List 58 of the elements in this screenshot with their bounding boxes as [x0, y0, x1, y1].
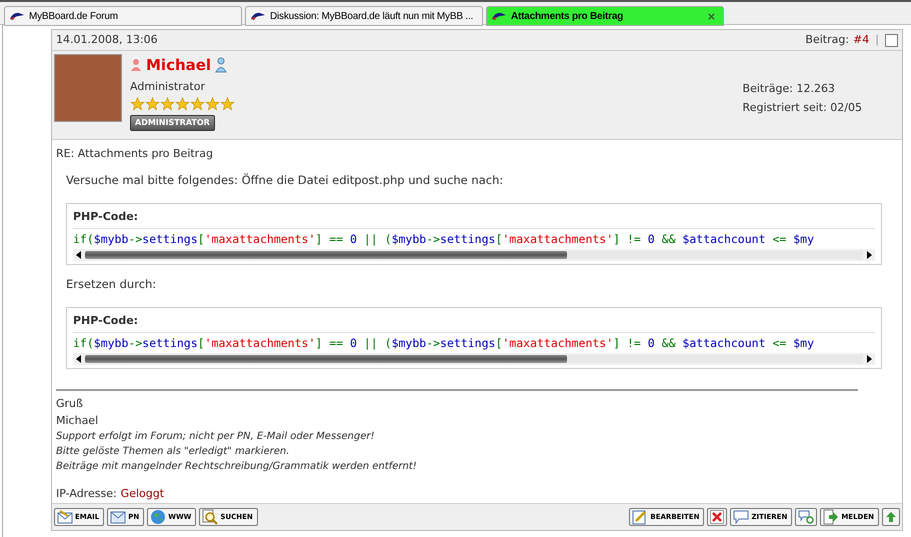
bubble-plus-icon [798, 510, 814, 524]
signature-note: Beiträge mit mangelnder Rechtschreibung/Grammatik werden entfernt! [56, 460, 418, 474]
pencil-page-icon [632, 509, 648, 525]
speech-bubble-icon [733, 510, 750, 524]
arrow-page-icon [823, 509, 840, 525]
browser-tab[interactable]: Attachments pro Beitrag × [486, 6, 724, 26]
avatar-placeholder [54, 54, 122, 122]
arrow-up-icon [885, 511, 897, 523]
post-text: Ersetzen durch: [66, 276, 158, 292]
code-title: PHP-Code: [73, 312, 875, 334]
star-icon [145, 97, 160, 111]
post-number-link[interactable]: #4 [853, 32, 870, 48]
ip-value: Geloggt [120, 486, 164, 502]
star-icon [190, 97, 205, 111]
post-text: Versuche mal bitte folgendes: Öffne die Datei editpost.php und suche nach: [66, 172, 504, 188]
horizontal-scrollbar[interactable] [73, 352, 875, 364]
close-icon [710, 510, 724, 524]
ip-label: IP-Adresse: [56, 486, 117, 502]
logo-icon [9, 11, 25, 21]
post-subject: RE: Attachments pro Beitrag [56, 146, 214, 162]
star-icon [160, 97, 175, 111]
post-date: 14.01.2008, 13:06 [56, 32, 158, 48]
separator: | [874, 32, 880, 48]
close-tab-button[interactable]: × [708, 10, 719, 22]
code-title: PHP-Code: [73, 208, 875, 230]
icon-button[interactable] [882, 508, 900, 526]
browser-tab[interactable]: MyBBoard.de Forum [4, 6, 242, 26]
author-stat: Registriert seit: 02/05 [742, 100, 862, 116]
post-number-label: Beitrag: [805, 32, 850, 48]
signature-note: Bitte gelöste Themen als "erledigt" markieren. [56, 444, 290, 458]
user-icon [215, 57, 228, 74]
author-title: Administrator [130, 78, 206, 94]
signature-note: Support erfolgt im Forum; nicht per PN, E-Mail oder Messenger! [56, 430, 376, 444]
globe-icon [150, 509, 166, 525]
star-icon [130, 97, 145, 111]
code-line: if($mybb->settings['maxattachments'] == 0 || ($mybb->settings['maxattachments'] != 0 && $attachcount <= $my [73, 335, 815, 352]
scroll-thumb[interactable] [85, 354, 568, 362]
envelope-icon [110, 510, 126, 524]
icon-button[interactable] [707, 508, 728, 526]
logo-icon [250, 11, 266, 21]
star-icon [205, 97, 220, 111]
star-icon [175, 97, 190, 111]
select-checkbox[interactable] [885, 34, 898, 46]
author-name-link[interactable]: Michael [146, 54, 212, 76]
user-icon [130, 58, 142, 72]
code-line: if($mybb->settings['maxattachments'] == 0 || ($mybb->settings['maxattachments'] != 0 && $attachcount <= $my [73, 231, 815, 248]
signature-text: Gruß [56, 396, 84, 412]
browser-tab[interactable]: Diskussion: MyBBoard.de läuft nun mit MyBB ... [245, 6, 483, 26]
magnifier-icon [202, 509, 218, 525]
logo-icon [491, 11, 507, 21]
scroll-thumb[interactable] [85, 250, 568, 258]
group-badge: ADMINISTRATOR [130, 115, 215, 131]
star-icon [220, 97, 235, 111]
author-stat: Beiträge: 12.263 [742, 81, 836, 97]
signature-text: Michael [56, 412, 100, 428]
icon-button[interactable] [795, 508, 818, 526]
horizontal-scrollbar[interactable] [73, 248, 875, 260]
envelope-icon [57, 510, 73, 524]
